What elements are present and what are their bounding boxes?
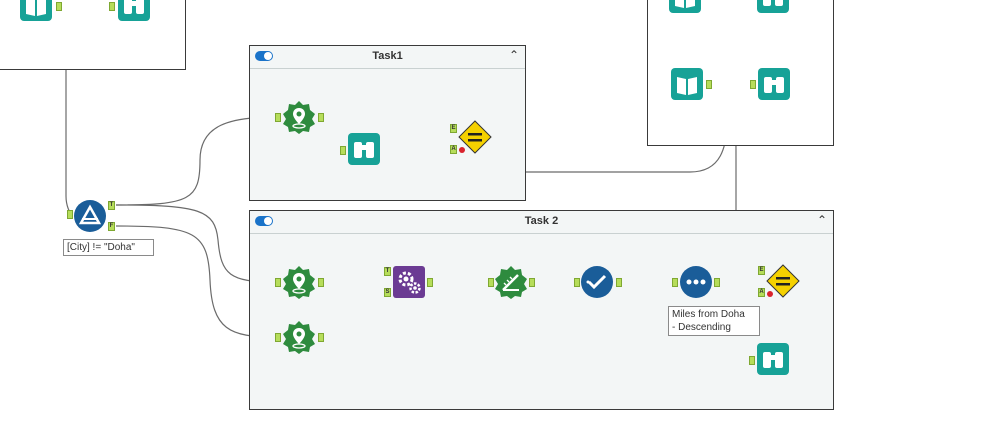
map-pin-icon: [283, 321, 315, 354]
collapse-button[interactable]: ⌃: [509, 48, 519, 62]
container-header: Task 2 ⌃: [250, 211, 833, 234]
book-input-tool[interactable]: [668, 0, 702, 14]
collapse-button[interactable]: ⌃: [817, 213, 827, 227]
dots-icon: [680, 266, 712, 298]
distance-tool[interactable]: [494, 265, 528, 299]
test-tool[interactable]: [766, 264, 800, 298]
output-anchor[interactable]: [318, 113, 324, 122]
gears-icon: [393, 266, 425, 298]
true-anchor[interactable]: T: [108, 201, 115, 210]
actual-anchor[interactable]: A: [758, 288, 765, 297]
filter-annotation: [City] != "Doha": [63, 239, 154, 256]
book-icon: [671, 68, 703, 100]
input-anchor[interactable]: [672, 278, 678, 287]
input-anchor[interactable]: [275, 113, 281, 122]
container-title: Task1: [372, 50, 403, 62]
book-icon: [20, 0, 52, 21]
target-anchor[interactable]: T: [384, 267, 391, 276]
input-anchor[interactable]: [109, 2, 115, 11]
test-tool[interactable]: [458, 120, 492, 154]
book-input-tool[interactable]: [670, 67, 704, 101]
output-anchor[interactable]: [714, 278, 720, 287]
sort-annotation: Miles from Doha - Descending: [668, 306, 760, 336]
input-anchor[interactable]: [749, 356, 755, 365]
browse-tool[interactable]: [117, 0, 151, 22]
expected-anchor[interactable]: E: [758, 266, 765, 275]
binoculars-icon: [348, 133, 380, 165]
output-anchor[interactable]: [318, 278, 324, 287]
map-pin-icon: [283, 266, 315, 299]
summarize-tool[interactable]: [580, 265, 614, 299]
output-anchor[interactable]: [427, 278, 433, 287]
book-icon: [669, 0, 701, 13]
input-anchor[interactable]: [275, 278, 281, 287]
container-header: Task1 ⌃: [250, 46, 525, 69]
equals-icon: [458, 120, 492, 154]
false-anchor[interactable]: F: [108, 222, 115, 231]
create-points-tool[interactable]: [282, 265, 316, 299]
input-anchor[interactable]: [750, 80, 756, 89]
sort-tool[interactable]: [679, 265, 713, 299]
filter-icon: [74, 200, 106, 232]
expected-anchor[interactable]: E: [450, 124, 457, 133]
browse-tool[interactable]: [756, 0, 790, 14]
input-anchor[interactable]: [275, 333, 281, 342]
input-anchor[interactable]: [340, 146, 346, 155]
check-icon: [581, 266, 613, 298]
create-points-tool[interactable]: [282, 100, 316, 134]
output-anchor[interactable]: [616, 278, 622, 287]
binoculars-icon: [757, 343, 789, 375]
ruler-icon: [495, 266, 527, 299]
equals-icon: [766, 264, 800, 298]
map-pin-icon: [283, 101, 315, 134]
output-anchor[interactable]: [318, 333, 324, 342]
container-title: Task 2: [524, 215, 559, 227]
filter-tool[interactable]: [73, 199, 107, 233]
binoculars-icon: [758, 68, 790, 100]
book-input-tool[interactable]: [19, 0, 53, 22]
browse-tool[interactable]: [756, 342, 790, 376]
create-points-tool[interactable]: [282, 320, 316, 354]
spatial-match-tool[interactable]: [392, 265, 426, 299]
actual-anchor[interactable]: A: [450, 145, 457, 154]
browse-tool[interactable]: [757, 67, 791, 101]
source-anchor[interactable]: S: [384, 288, 391, 297]
output-anchor[interactable]: [706, 80, 712, 89]
output-anchor[interactable]: [529, 278, 535, 287]
browse-tool[interactable]: [347, 132, 381, 166]
binoculars-icon: [757, 0, 789, 13]
output-anchor[interactable]: [56, 2, 62, 11]
binoculars-icon: [118, 0, 150, 21]
